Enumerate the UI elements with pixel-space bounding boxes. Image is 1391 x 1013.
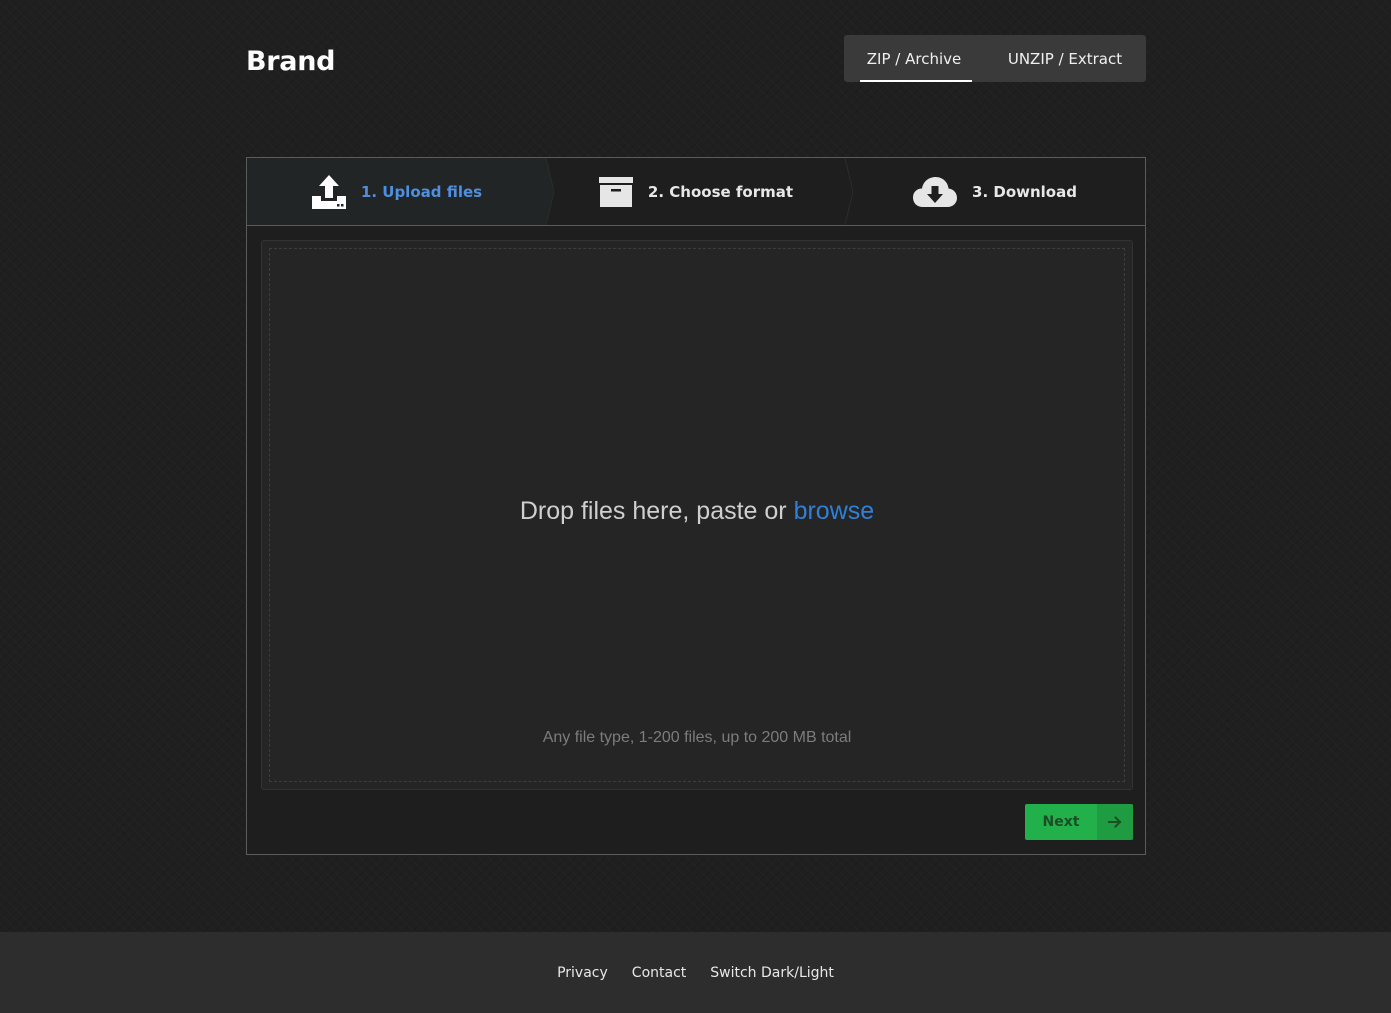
step-separator: [538, 158, 554, 225]
next-button-label: Next: [1042, 814, 1080, 830]
step-upload-files[interactable]: 1. Upload files: [247, 158, 554, 225]
file-dropzone[interactable]: Drop files here, paste or browse Any fil…: [261, 240, 1133, 790]
browse-link[interactable]: browse: [794, 497, 875, 525]
arrow-right-icon: [1097, 804, 1133, 840]
tab-zip-archive[interactable]: ZIP / Archive: [844, 35, 984, 82]
dropzone-hint: Any file type, 1-200 files, up to 200 MB…: [542, 729, 852, 746]
footer: Privacy Contact Switch Dark/Light: [0, 932, 1391, 1013]
footer-link-contact[interactable]: Contact: [632, 965, 686, 981]
cloud-download-icon: [912, 175, 958, 209]
step-choose-format[interactable]: 2. Choose format: [546, 158, 853, 225]
next-button[interactable]: Next: [1025, 804, 1133, 840]
dropzone-prompt: Drop files here, paste or browse: [262, 497, 1132, 526]
step-separator: [837, 158, 853, 225]
step-label: 2. Choose format: [647, 182, 794, 201]
step-download[interactable]: 3. Download: [845, 158, 1144, 225]
step-label: 1. Upload files: [360, 182, 483, 201]
mode-switch: ZIP / Archive UNZIP / Extract: [844, 35, 1146, 82]
footer-link-theme-switch[interactable]: Switch Dark/Light: [710, 965, 834, 981]
tab-unzip-extract[interactable]: UNZIP / Extract: [984, 35, 1146, 82]
dropzone-prompt-text: Drop files here, paste or: [519, 497, 794, 525]
archive-box-icon: [598, 176, 634, 208]
footer-link-privacy[interactable]: Privacy: [557, 965, 608, 981]
step-bar: 1. Upload files 2. Choose format 3. Down…: [247, 158, 1145, 226]
wizard-card: 1. Upload files 2. Choose format 3. Down…: [246, 157, 1146, 855]
step-label: 3. Download: [972, 182, 1077, 201]
brand-logo[interactable]: Brand: [246, 46, 335, 77]
upload-icon: [311, 174, 347, 210]
